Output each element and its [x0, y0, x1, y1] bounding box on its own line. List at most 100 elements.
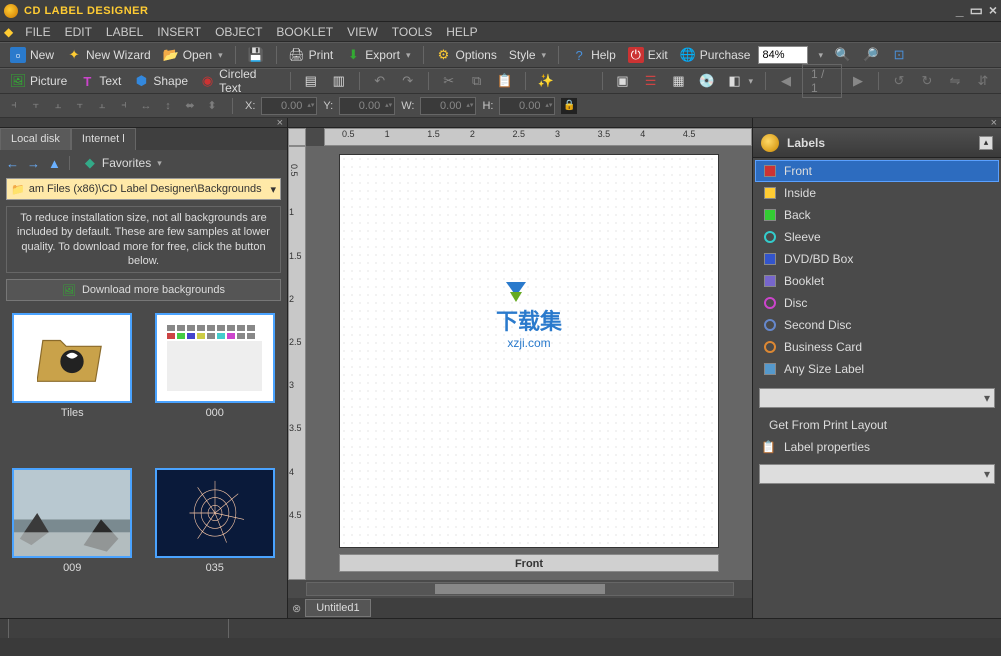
- get-from-layout-button[interactable]: Get From Print Layout: [753, 414, 1001, 436]
- view-mode-button[interactable]: ◧: [723, 71, 758, 91]
- tab-internet[interactable]: Internet l: [71, 128, 136, 150]
- layer-front-button[interactable]: ▣: [611, 71, 635, 91]
- w-input[interactable]: 0.00: [420, 97, 476, 115]
- label-item-business-card[interactable]: Business Card: [755, 336, 999, 358]
- download-backgrounds-button[interactable]: 🖼 Download more backgrounds: [6, 279, 281, 301]
- save-icon: 💾: [248, 47, 264, 63]
- nav-fwd-button[interactable]: →: [27, 156, 40, 171]
- thumb-035[interactable]: 035: [149, 468, 282, 612]
- path-dropdown-icon[interactable]: ▾: [270, 183, 276, 196]
- copy-button[interactable]: ⧉: [465, 71, 489, 91]
- label-item-inside[interactable]: Inside: [755, 182, 999, 204]
- right-panel-close-icon[interactable]: ×: [991, 117, 997, 129]
- app-title: CD LABEL DESIGNER: [24, 5, 148, 17]
- label-page[interactable]: 下载集 xzji.com: [339, 154, 719, 548]
- menu-view[interactable]: View: [341, 23, 384, 41]
- menu-help[interactable]: Help: [440, 23, 483, 41]
- paste-button[interactable]: 📋: [493, 71, 517, 91]
- shape-button[interactable]: ⬢Shape: [129, 71, 192, 91]
- new-wizard-button[interactable]: ✦New Wizard: [62, 45, 155, 65]
- list-button[interactable]: ▤: [299, 71, 323, 91]
- label-color-swatch: [764, 363, 776, 375]
- options-button[interactable]: ⚙Options: [432, 45, 501, 65]
- label-item-front[interactable]: Front: [755, 160, 999, 182]
- zoom-dropdown[interactable]: [812, 48, 827, 63]
- save-button[interactable]: 💾: [244, 45, 268, 65]
- layer-list-button[interactable]: ☰: [639, 71, 663, 91]
- left-panel: × Local disk Internet l ← → ▲ ◆Favorites…: [0, 118, 288, 618]
- next-page-button[interactable]: ▶: [846, 71, 870, 91]
- undo-button[interactable]: ↶: [368, 71, 392, 91]
- label-item-any-size-label[interactable]: Any Size Label: [755, 358, 999, 380]
- layer-grid-button[interactable]: ▦: [667, 71, 691, 91]
- y-input[interactable]: 0.00: [339, 97, 395, 115]
- rotate-left-button[interactable]: ↺: [887, 71, 911, 91]
- maximize-button[interactable]: ▭: [970, 2, 983, 19]
- barcode-button[interactable]: ▥: [327, 71, 351, 91]
- text-button[interactable]: TText: [75, 71, 125, 91]
- label-item-second-disc[interactable]: Second Disc: [755, 314, 999, 336]
- open-button[interactable]: 📂Open: [159, 45, 227, 65]
- thumb-009[interactable]: 009: [6, 468, 139, 612]
- watermark-logo-icon: [496, 274, 536, 304]
- lock-aspect-button[interactable]: 🔒: [561, 98, 577, 114]
- zoom-in-icon: 🔍: [835, 47, 851, 63]
- close-button[interactable]: ×: [989, 2, 997, 19]
- style-button[interactable]: Style: [505, 46, 550, 64]
- menu-booklet[interactable]: Booklet: [270, 23, 339, 41]
- label-item-back[interactable]: Back: [755, 204, 999, 226]
- menu-file[interactable]: File: [19, 23, 56, 41]
- nav-back-button[interactable]: ←: [6, 156, 19, 171]
- circled-text-button[interactable]: ◉Circled Text: [196, 65, 282, 97]
- flip-h-button[interactable]: ⇋: [943, 71, 967, 91]
- redo-button[interactable]: ↷: [396, 71, 420, 91]
- nav-up-button[interactable]: ▲: [48, 156, 61, 171]
- effects-button[interactable]: ✨: [534, 71, 558, 91]
- help-button[interactable]: ?Help: [567, 45, 620, 65]
- purchase-button[interactable]: 🌐Purchase: [676, 45, 755, 65]
- flip-v-button[interactable]: ⇵: [971, 71, 995, 91]
- zoom-field[interactable]: 84%: [758, 46, 808, 64]
- exit-button[interactable]: ⏻Exit: [624, 45, 672, 65]
- doc-tab-untitled[interactable]: Untitled1: [305, 599, 370, 617]
- prev-page-button[interactable]: ◀: [774, 71, 798, 91]
- menu-object[interactable]: Object: [209, 23, 268, 41]
- h-scrollbar[interactable]: [306, 582, 734, 596]
- menu-tools[interactable]: Tools: [386, 23, 438, 41]
- doc-close-icon[interactable]: ⊗: [292, 602, 301, 615]
- cut-button[interactable]: ✂: [437, 71, 461, 91]
- favorites-button[interactable]: ◆Favorites: [78, 153, 166, 173]
- x-input[interactable]: 0.00: [261, 97, 317, 115]
- label-item-dvd-bd-box[interactable]: DVD/BD Box: [755, 248, 999, 270]
- picture-button[interactable]: 🖼Picture: [6, 71, 71, 91]
- label-item-sleeve[interactable]: Sleeve: [755, 226, 999, 248]
- new-button[interactable]: ▫New: [6, 45, 58, 65]
- label-preset-dropdown[interactable]: ▾: [759, 388, 995, 408]
- label-item-disc[interactable]: Disc: [755, 292, 999, 314]
- canvas-area[interactable]: 下载集 xzji.com Front: [306, 146, 752, 580]
- print-button[interactable]: 🖨Print: [285, 45, 338, 65]
- path-field[interactable]: 📁 am Files (x86)\CD Label Designer\Backg…: [6, 178, 281, 200]
- menu-insert[interactable]: Insert: [151, 23, 207, 41]
- status-cell-2: [228, 619, 245, 638]
- zoom-fit-button[interactable]: ⊡: [887, 45, 911, 65]
- zoom-out-button[interactable]: 🔎: [859, 45, 883, 65]
- disc-button[interactable]: 💿: [695, 71, 719, 91]
- thumb-tiles[interactable]: Tiles: [6, 313, 139, 457]
- label-properties-button[interactable]: 📋 Label properties: [753, 436, 1001, 458]
- labels-header: Labels ▴: [753, 128, 1001, 158]
- panel-close-icon[interactable]: ×: [277, 117, 283, 129]
- label-item-booklet[interactable]: Booklet: [755, 270, 999, 292]
- rotate-right-button[interactable]: ↻: [915, 71, 939, 91]
- minimize-button[interactable]: _: [956, 2, 964, 19]
- thumb-000[interactable]: 000: [149, 313, 282, 457]
- menu-label[interactable]: Label: [100, 23, 149, 41]
- tab-local-disk[interactable]: Local disk: [0, 128, 71, 150]
- collapse-button[interactable]: ▴: [979, 136, 993, 150]
- coord-bar: ⫞ ⫟ ⫠ ⫟ ⫠ ⫞ ↔ ↕ ⬌ ⬍ X: 0.00 Y: 0.00 W: 0…: [0, 94, 1001, 118]
- menu-edit[interactable]: Edit: [59, 23, 98, 41]
- h-input[interactable]: 0.00: [499, 97, 555, 115]
- zoom-in-button[interactable]: 🔍: [831, 45, 855, 65]
- export-button[interactable]: ⬇Export: [341, 45, 414, 65]
- label-props-dropdown[interactable]: ▾: [759, 464, 995, 484]
